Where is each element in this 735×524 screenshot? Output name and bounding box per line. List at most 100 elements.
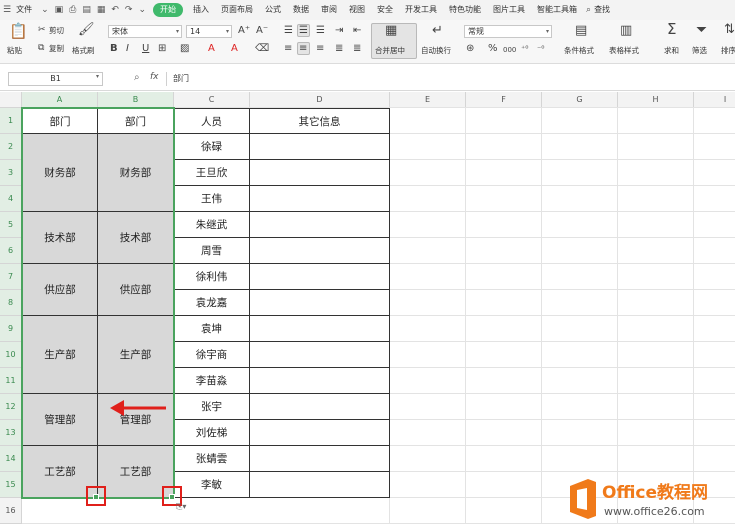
merged-cell-dept-a[interactable]: 供应部 <box>22 264 98 316</box>
person-cell[interactable]: 王旦欣 <box>174 160 250 186</box>
align-bottom-icon[interactable]: ☰ <box>316 25 325 37</box>
tab-formulas[interactable]: 公式 <box>259 0 287 20</box>
other-info-cell[interactable] <box>250 134 390 160</box>
row-header-5[interactable]: 5 <box>0 212 22 238</box>
tab-data[interactable]: 数据 <box>287 0 315 20</box>
select-all-corner[interactable] <box>0 92 22 108</box>
other-info-cell[interactable] <box>250 316 390 342</box>
person-cell[interactable]: 张宇 <box>174 394 250 420</box>
sum-icon[interactable]: Σ <box>667 22 676 37</box>
filter-button[interactable]: 筛选 <box>692 46 707 56</box>
indent-icon[interactable]: ⇥ <box>335 25 343 37</box>
row-header-3[interactable]: 3 <box>0 160 22 186</box>
merged-cell-dept-b[interactable]: 供应部 <box>98 264 174 316</box>
format-painter-icon[interactable]: 🖌 <box>78 23 95 36</box>
text-color-button[interactable]: A <box>231 43 238 55</box>
decrease-font-icon[interactable]: A⁻ <box>256 25 268 37</box>
zoom-icon[interactable]: ⌕ <box>134 72 140 83</box>
copy-button[interactable]: 复制 <box>49 44 64 54</box>
row-header-4[interactable]: 4 <box>0 186 22 212</box>
tab-security[interactable]: 安全 <box>371 0 399 20</box>
tab-view[interactable]: 视图 <box>343 0 371 20</box>
align-top-icon[interactable]: ☰ <box>284 25 293 37</box>
person-cell[interactable]: 徐宇商 <box>174 342 250 368</box>
sum-button[interactable]: 求和 <box>664 46 679 56</box>
tab-smart-toolbox[interactable]: 智能工具箱 <box>531 0 583 20</box>
align-left-icon[interactable]: ≡ <box>284 43 292 55</box>
other-info-cell[interactable] <box>250 394 390 420</box>
person-cell[interactable]: 李敏 <box>174 472 250 498</box>
tab-picture-tools[interactable]: 图片工具 <box>487 0 531 20</box>
row-header-12[interactable]: 12 <box>0 394 22 420</box>
wrap-text-button[interactable]: 自动换行 <box>421 46 451 56</box>
row-header-11[interactable]: 11 <box>0 368 22 394</box>
other-info-cell[interactable] <box>250 290 390 316</box>
other-info-cell[interactable] <box>250 368 390 394</box>
outdent-icon[interactable]: ⇤ <box>353 25 361 37</box>
row-header-2[interactable]: 2 <box>0 134 22 160</box>
formula-input[interactable]: 部门 <box>166 72 735 86</box>
decrease-decimal-icon[interactable]: ⁻⁰ <box>537 43 544 55</box>
column-header-a[interactable]: A <box>22 92 98 108</box>
chevron-down-icon[interactable]: ▾ <box>96 73 99 80</box>
format-painter-button[interactable]: 格式刷 <box>72 46 95 56</box>
cut-button[interactable]: 剪切 <box>49 26 64 36</box>
sheet-grid[interactable]: A B C D E F G H I 1 2 3 4 5 6 7 8 9 10 11 12 13 14 15 16 部门 部门 人员 其它… <box>0 92 735 524</box>
redo-icon[interactable]: ↷ <box>122 5 136 15</box>
border-icon[interactable]: ⊞ <box>158 43 166 55</box>
distribute-icon[interactable]: ≣ <box>353 43 361 55</box>
other-info-cell[interactable] <box>250 420 390 446</box>
column-header-b[interactable]: B <box>98 92 174 108</box>
fx-icon[interactable]: fx <box>150 72 159 82</box>
person-cell[interactable]: 徐利伟 <box>174 264 250 290</box>
header-cell-b[interactable]: 部门 <box>98 108 174 134</box>
person-cell[interactable]: 李苗淼 <box>174 368 250 394</box>
chevron-down-icon[interactable]: ⌄ <box>135 5 149 15</box>
paste-options-icon[interactable]: ⎘▾ <box>176 502 186 512</box>
copy-icon[interactable]: ⧉ <box>38 42 44 54</box>
tab-start[interactable]: 开始 <box>153 3 184 17</box>
fill-handle-start[interactable] <box>93 494 99 500</box>
currency-icon[interactable]: ⊛ <box>466 43 474 55</box>
other-info-cell[interactable] <box>250 342 390 368</box>
row-header-15[interactable]: 15 <box>0 472 22 498</box>
merged-cell-dept-a[interactable]: 管理部 <box>22 394 98 446</box>
export-icon[interactable]: ▦ <box>94 5 109 15</box>
merged-cell-dept-a[interactable]: 生产部 <box>22 316 98 394</box>
thousands-separator-button[interactable]: 000 <box>503 44 516 56</box>
merged-cell-dept-a[interactable]: 财务部 <box>22 134 98 212</box>
cut-icon[interactable]: ✂ <box>38 24 46 36</box>
header-cell-c[interactable]: 人员 <box>174 108 250 134</box>
column-header-f[interactable]: F <box>466 92 542 108</box>
person-cell[interactable]: 袁龙嘉 <box>174 290 250 316</box>
column-header-h[interactable]: H <box>618 92 694 108</box>
header-cell-d[interactable]: 其它信息 <box>250 108 390 134</box>
other-info-cell[interactable] <box>250 212 390 238</box>
wrap-text-icon[interactable]: ↵ <box>432 24 443 37</box>
font-color-button[interactable]: A <box>208 43 215 55</box>
table-style-icon[interactable]: ▥ <box>620 24 632 37</box>
row-header-6[interactable]: 6 <box>0 238 22 264</box>
search-icon[interactable]: ⌕ <box>583 5 594 15</box>
row-header-14[interactable]: 14 <box>0 446 22 472</box>
sort-icon[interactable]: ⇅ <box>724 23 735 36</box>
tab-insert[interactable]: 插入 <box>187 0 215 20</box>
paste-icon[interactable]: 📋 <box>9 24 28 39</box>
person-cell[interactable]: 袁坤 <box>174 316 250 342</box>
other-info-cell[interactable] <box>250 186 390 212</box>
other-info-cell[interactable] <box>250 160 390 186</box>
column-header-i[interactable]: I <box>694 92 735 108</box>
column-header-g[interactable]: G <box>542 92 618 108</box>
name-box[interactable]: B1 <box>8 72 103 86</box>
row-header-16[interactable]: 16 <box>0 498 22 524</box>
sort-button[interactable]: 排序 <box>721 46 735 56</box>
person-cell[interactable]: 朱继武 <box>174 212 250 238</box>
other-info-cell[interactable] <box>250 472 390 498</box>
tab-review[interactable]: 审阅 <box>315 0 343 20</box>
table-style-button[interactable]: 表格样式 <box>609 46 639 56</box>
other-info-cell[interactable] <box>250 264 390 290</box>
merged-cell-dept-b[interactable]: 生产部 <box>98 316 174 394</box>
underline-button[interactable]: U <box>142 43 149 55</box>
filter-icon[interactable]: ⏷ <box>696 23 707 37</box>
align-right-icon[interactable]: ≡ <box>316 43 324 55</box>
